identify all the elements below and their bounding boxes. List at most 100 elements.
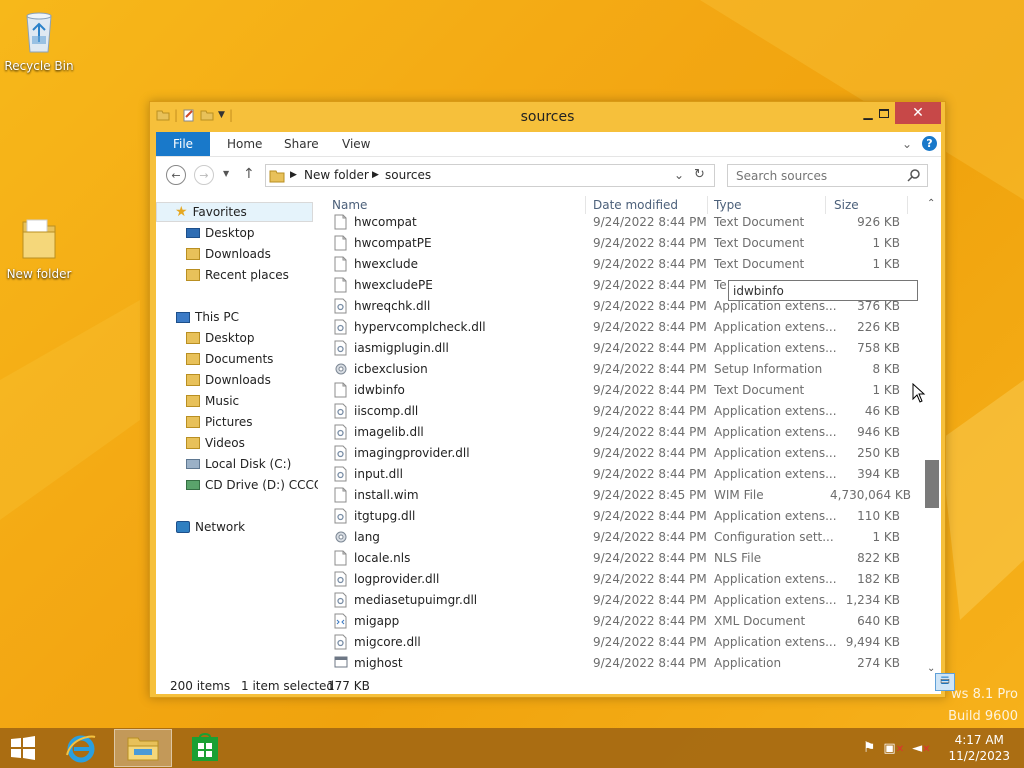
up-arrow-icon[interactable]: ↑	[243, 166, 255, 182]
help-icon[interactable]: ?	[922, 136, 937, 151]
nav-item-label: CD Drive (D:) CCCOI	[205, 478, 318, 492]
new-folder-desktop-icon[interactable]: New folder	[1, 214, 77, 281]
file-row[interactable]: imagelib.dll 9/24/2022 8:44 PM Application…	[327, 422, 917, 443]
file-type: Text Document	[714, 215, 805, 229]
maximize-button[interactable]	[870, 102, 898, 124]
breadcrumb-new-folder[interactable]: New folder	[304, 168, 369, 182]
file-type: Application extens...	[714, 341, 837, 355]
taskbar: ⚑ ▣✕ ◄✕ 4:17 AM 11/2/2023	[0, 728, 1024, 768]
file-size: 110 KB	[857, 509, 900, 523]
nav-fav-recent[interactable]: Recent places	[156, 265, 289, 285]
file-row[interactable]: iiscomp.dll 9/24/2022 8:44 PM Application …	[327, 401, 917, 422]
file-row[interactable]: lang 9/24/2022 8:44 PM Configuration sett.…	[327, 527, 917, 548]
cd-drive-icon	[186, 480, 200, 490]
clock[interactable]: 4:17 AM 11/2/2023	[948, 732, 1010, 764]
vertical-scrollbar[interactable]: ⌃ ⌄	[923, 194, 941, 678]
file-date: 9/24/2022 8:44 PM	[593, 278, 707, 292]
watermark-edition: ws 8.1 Pro	[951, 687, 1018, 702]
store-taskbar-button[interactable]	[176, 729, 234, 767]
nav-pc-videos[interactable]: Videos	[156, 433, 245, 453]
file-row[interactable]: hwexclude 9/24/2022 8:44 PM Text Document 1…	[327, 254, 917, 275]
file-name: install.wim	[354, 488, 419, 502]
expand-ribbon-icon[interactable]: ⌄	[902, 137, 912, 151]
nav-fav-desktop[interactable]: Desktop	[156, 223, 255, 243]
file-row[interactable]: hwcompat 9/24/2022 8:44 PM Text Document 92…	[327, 212, 917, 233]
address-bar[interactable]: ▶ New folder ▶ sources ⌄ ↻	[265, 164, 715, 187]
file-type: Application extens...	[714, 509, 837, 523]
recycle-bin-icon	[26, 12, 52, 53]
file-row[interactable]: migapp 9/24/2022 8:44 PM XML Document 640 K…	[327, 611, 917, 632]
close-button[interactable]: ✕	[895, 102, 941, 124]
nav-item-label: Local Disk (C:)	[205, 457, 292, 471]
start-button[interactable]	[10, 736, 36, 760]
file-dll-icon	[334, 634, 347, 653]
back-arrow-icon: ←	[171, 168, 181, 182]
nav-network-label: Network	[195, 520, 246, 534]
file-date: 9/24/2022 8:44 PM	[593, 257, 707, 271]
nav-pc-desktop[interactable]: Desktop	[156, 328, 255, 348]
nav-item-label: Downloads	[205, 247, 271, 261]
file-size: 274 KB	[857, 656, 900, 670]
explorer-window[interactable]: | ▼ | sources ▁ ✕ File Home Share View ⌄…	[149, 101, 955, 698]
back-button[interactable]: ←	[166, 165, 186, 185]
file-row[interactable]: mediasetupuimgr.dll 9/24/2022 8:44 PM Appl…	[327, 590, 917, 611]
scrollbar-thumb[interactable]	[925, 460, 939, 508]
file-row[interactable]: hwcompatPE 9/24/2022 8:44 PM Text Document…	[327, 233, 917, 254]
nav-pc-local-disk[interactable]: Local Disk (C:)	[156, 454, 291, 474]
tab-share[interactable]: Share	[284, 132, 319, 156]
nav-pc-music[interactable]: Music	[156, 391, 239, 411]
status-bar: 200 items 1 item selected 177 KB ☰ ▭	[156, 673, 955, 694]
file-row[interactable]: mighost 9/24/2022 8:44 PM Application 274 K…	[327, 653, 917, 674]
breadcrumb-sources[interactable]: sources	[385, 168, 431, 182]
tab-view[interactable]: View	[342, 132, 370, 156]
volume-muted-icon[interactable]: ◄✕	[912, 741, 930, 756]
file-date: 9/24/2022 8:44 PM	[593, 572, 707, 586]
clock-time: 4:17 AM	[954, 733, 1004, 747]
search-input[interactable]	[728, 165, 898, 186]
address-dropdown-icon[interactable]: ⌄	[674, 168, 684, 182]
chevron-right-icon: ▶	[290, 170, 297, 180]
nav-fav-downloads[interactable]: Downloads	[156, 244, 271, 264]
search-box[interactable]	[727, 164, 928, 187]
network-status-icon[interactable]: ▣✕	[883, 741, 904, 756]
file-name: input.dll	[354, 467, 403, 481]
recycle-bin-desktop-icon[interactable]: Recycle Bin	[1, 6, 77, 73]
file-row[interactable]: locale.nls 9/24/2022 8:44 PM NLS File 822 K…	[327, 548, 917, 569]
file-row[interactable]: icbexclusion 9/24/2022 8:44 PM Setup Infor…	[327, 359, 917, 380]
large-icons-view-icon[interactable]: ▭	[935, 673, 955, 691]
nav-thispc[interactable]: This PC	[156, 307, 239, 327]
file-type: Application extens...	[714, 404, 837, 418]
nav-network[interactable]: Network	[156, 517, 245, 537]
file-row[interactable]: input.dll 9/24/2022 8:44 PM Application ex…	[327, 464, 917, 485]
file-row[interactable]: imagingprovider.dll 9/24/2022 8:44 PM Appl…	[327, 443, 917, 464]
nav-pc-pictures[interactable]: Pictures	[156, 412, 253, 432]
nav-favorites[interactable]: ★ Favorites	[156, 202, 313, 222]
file-row[interactable]: logprovider.dll 9/24/2022 8:44 PM Applicat…	[327, 569, 917, 590]
file-type: Application	[714, 656, 782, 670]
action-center-flag-icon[interactable]: ⚑	[863, 740, 876, 756]
file-date: 9/24/2022 8:44 PM	[593, 362, 707, 376]
scroll-up-icon[interactable]: ⌃	[927, 198, 935, 209]
tab-home[interactable]: Home	[227, 132, 262, 156]
drive-icon	[186, 459, 200, 469]
file-row[interactable]: iasmigplugin.dll 9/24/2022 8:44 PM Applica…	[327, 338, 917, 359]
refresh-icon[interactable]: ↻	[694, 167, 705, 182]
file-date: 9/24/2022 8:44 PM	[593, 404, 707, 418]
file-row[interactable]: hypervcomplcheck.dll 9/24/2022 8:44 PM App…	[327, 317, 917, 338]
forward-button[interactable]: →	[194, 165, 214, 185]
tab-file[interactable]: File	[156, 132, 210, 156]
title-bar[interactable]: | ▼ | sources ▁ ✕	[150, 102, 945, 132]
recent-locations-icon[interactable]: ▼	[223, 169, 229, 178]
nav-pc-cd-drive[interactable]: CD Drive (D:) CCCOI	[156, 475, 318, 495]
file-row[interactable]: install.wim 9/24/2022 8:45 PM WIM File 4,73…	[327, 485, 917, 506]
nav-pc-documents[interactable]: Documents	[156, 349, 273, 369]
nav-pc-downloads[interactable]: Downloads	[156, 370, 271, 390]
file-row[interactable]: idwbinfo 9/24/2022 8:44 PM Text Document 1 …	[327, 380, 917, 401]
content-area: ★ Favorites Desktop Downloads Recent pla…	[156, 194, 941, 678]
file-row[interactable]: migcore.dll 9/24/2022 8:44 PM Application …	[327, 632, 917, 653]
file-type: Application extens...	[714, 593, 837, 607]
file-explorer-taskbar-button[interactable]	[114, 729, 172, 767]
file-row[interactable]: itgtupg.dll 9/24/2022 8:44 PM Application …	[327, 506, 917, 527]
file-size: 1 KB	[872, 257, 900, 271]
internet-explorer-taskbar-button[interactable]	[52, 729, 110, 767]
